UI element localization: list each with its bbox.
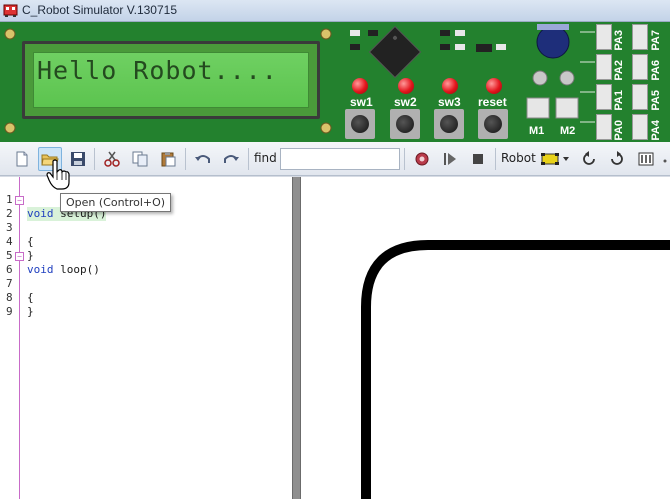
sw2-button[interactable] <box>390 109 420 139</box>
title-bar: C_Robot Simulator V.130715 <box>0 0 670 22</box>
rotate-ccw-icon <box>583 151 595 165</box>
robot-select-dropdown[interactable] <box>538 147 572 171</box>
scissors-icon <box>104 151 120 167</box>
reset-label: reset <box>478 95 507 109</box>
toolbar-separator <box>495 148 496 170</box>
pane-splitter[interactable] <box>292 177 301 499</box>
pin-header-pa3 <box>596 24 612 50</box>
robot-car-icon <box>541 153 569 165</box>
lcd-display: Hello Robot.... <box>22 41 320 119</box>
floppy-disk-icon <box>71 152 85 166</box>
port-label-pa1: PA1 <box>613 90 625 111</box>
led-sw1 <box>352 78 368 94</box>
pin-header-pa2 <box>596 54 612 80</box>
led-sw2 <box>398 78 414 94</box>
gear-icon <box>415 152 429 166</box>
toolbar-separator <box>185 148 186 170</box>
port-label-pa3: PA3 <box>613 30 625 51</box>
reset-button[interactable] <box>478 109 508 139</box>
code-line: 6 − { <box>0 249 40 304</box>
open-tooltip: Open (Control+O) <box>60 193 172 212</box>
led-sw3 <box>442 78 458 94</box>
hand-cursor-icon <box>46 159 70 190</box>
pin-header-pa4 <box>632 114 648 140</box>
pin-header-pa7 <box>632 24 648 50</box>
run-button[interactable] <box>438 147 462 171</box>
cut-button[interactable] <box>100 147 124 171</box>
rotate-left-button[interactable] <box>577 147 601 171</box>
find-label: find <box>254 151 277 165</box>
code-line: 5 void loop() <box>0 235 100 276</box>
copy-button[interactable] <box>128 147 152 171</box>
port-label-pa2: PA2 <box>613 60 625 81</box>
led-reset <box>486 78 502 94</box>
pin-header-pa5 <box>632 84 648 110</box>
new-file-button[interactable] <box>10 147 34 171</box>
find-input[interactable] <box>280 148 400 170</box>
play-icon <box>444 153 456 165</box>
toolbar-separator <box>404 148 405 170</box>
robot-board-panel: Hello Robot.... sw1 sw2 sw3 reset M1 M2 … <box>0 22 670 142</box>
simulator-window: C_Robot Simulator V.130715 Hello Robot..… <box>0 0 670 499</box>
fold-collapse-icon[interactable]: − <box>15 252 24 261</box>
redo-button[interactable] <box>219 147 243 171</box>
code-line: 1 void setup() <box>0 179 107 221</box>
track-path-graphic <box>361 240 670 499</box>
code-line: 3 <box>0 207 40 234</box>
pin-header-pa1 <box>596 84 612 110</box>
sw3-button[interactable] <box>434 109 464 139</box>
line-number: 9 <box>6 305 13 318</box>
copy-icon <box>132 151 148 167</box>
new-file-icon <box>16 151 28 167</box>
robot-label: Robot <box>501 151 536 165</box>
lcd-text: Hello Robot.... <box>37 56 278 85</box>
pin-header-pa6 <box>632 54 648 80</box>
port-label-pa6: PA6 <box>650 60 662 81</box>
motor-m1-label: M1 <box>529 125 545 137</box>
sw1-label: sw1 <box>350 95 373 109</box>
sw2-label: sw2 <box>394 95 417 109</box>
code-line: 2 − { <box>0 193 40 248</box>
pin-header-pa0 <box>596 114 612 140</box>
code-line: 4 } <box>0 221 40 262</box>
stop-button[interactable] <box>466 147 490 171</box>
code-line: 8 } <box>0 277 40 318</box>
settings-button[interactable] <box>634 147 658 171</box>
rotate-cw-icon <box>611 151 623 165</box>
undo-button[interactable] <box>191 147 215 171</box>
redo-icon <box>224 155 239 163</box>
motor-m2-label: M2 <box>560 125 576 137</box>
rotate-right-button[interactable] <box>605 147 629 171</box>
robot-app-icon <box>3 4 18 17</box>
paste-button[interactable] <box>156 147 180 171</box>
window-title: C_Robot Simulator V.130715 <box>22 3 177 17</box>
stop-icon <box>473 154 483 164</box>
toolbar-separator <box>248 148 249 170</box>
code-line: 7 <box>0 263 40 290</box>
code-editor[interactable]: 1 void setup() 2 − { 3 4 } 5 void loop()… <box>0 177 292 499</box>
paste-icon <box>161 152 176 167</box>
overflow-icon <box>663 159 667 163</box>
simulation-field[interactable] <box>301 177 670 499</box>
toolbar-overflow-icon[interactable] <box>660 147 670 171</box>
undo-icon <box>195 155 210 163</box>
fold-collapse-icon[interactable]: − <box>15 196 24 205</box>
compile-button[interactable] <box>410 147 434 171</box>
port-label-pa5: PA5 <box>650 90 662 111</box>
sw3-label: sw3 <box>438 95 461 109</box>
code-line: 9 <box>0 291 40 318</box>
port-label-pa4: PA4 <box>650 120 662 141</box>
main-toolbar: find Robot <box>0 142 670 176</box>
sliders-icon <box>638 152 654 166</box>
port-label-pa0: PA0 <box>613 120 625 141</box>
port-label-pa7: PA7 <box>650 30 662 51</box>
sw1-button[interactable] <box>345 109 375 139</box>
toolbar-separator <box>94 148 95 170</box>
